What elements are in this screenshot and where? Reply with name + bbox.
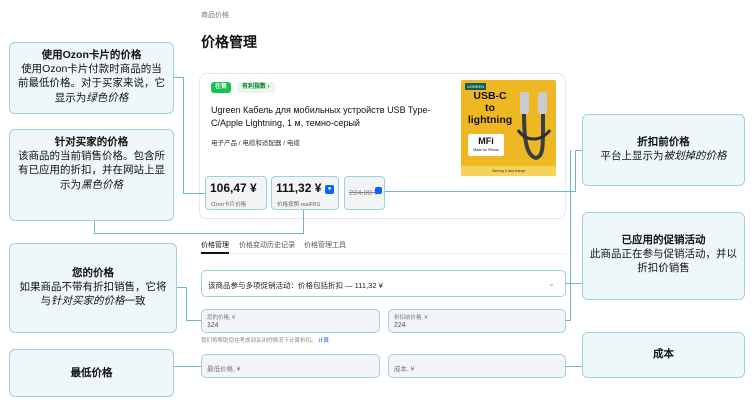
min-price-field[interactable]: 最低价格, ¥: [201, 354, 380, 378]
callout-title: 已应用的促销活动: [621, 234, 706, 246]
connector-line: [575, 150, 576, 191]
connector-line: [303, 210, 304, 234]
product-image-strip: Gaming & fast charge: [461, 166, 556, 176]
your-price-label: 您的价格, ¥: [207, 315, 236, 321]
tab-price-management[interactable]: 价格管理: [201, 240, 229, 250]
product-image[interactable]: UGREEN USB-C to lightning MFi Made for i…: [461, 80, 556, 176]
connector-line: [385, 191, 576, 192]
brand-logo: UGREEN: [465, 83, 487, 90]
info-icon[interactable]: [375, 187, 382, 194]
status-badge: 在售: [211, 82, 232, 93]
before-discount-field[interactable]: 折扣前价格, ¥ 224: [388, 309, 566, 333]
before-discount-label: 折扣前价格, ¥: [394, 315, 428, 321]
cost-field[interactable]: 成本, ¥: [388, 354, 566, 378]
connector-line: [566, 320, 571, 321]
tab-price-history[interactable]: 价格变动历史记录: [239, 240, 295, 250]
promo-select-value: 该商品参与多项促销活动：价格包括折扣 — 111,32 ¥: [208, 281, 383, 290]
mfi-badge: MFi Made for iPhone: [468, 134, 504, 156]
discount-hint: 我们将帮助您在考虑到关闭的情况下计算折扣。 计算: [201, 338, 330, 344]
callout-applied-promo: 已应用的促销活动 此商品正在参与促销活动，并以折扣价销售: [582, 212, 745, 300]
callout-min-price: 最低价格: [9, 349, 174, 397]
callout-title: 最低价格: [70, 367, 113, 379]
calculate-link[interactable]: 计算: [318, 338, 329, 344]
callout-title: 针对买家的价格: [54, 136, 129, 148]
connector-line: [186, 287, 187, 321]
connector-line: [94, 233, 304, 234]
product-image-text: USB-C to lightning: [467, 90, 513, 127]
cost-placeholder: 成本, ¥: [394, 366, 415, 373]
buyer-price-value: 111,32 ¥: [276, 181, 322, 195]
connector-line: [566, 283, 582, 284]
your-price-field[interactable]: 您的价格, ¥ 124: [201, 309, 380, 333]
callout-title: 折扣前价格: [637, 136, 690, 148]
before-discount-value: 224: [394, 322, 406, 329]
product-title[interactable]: Ugreen Кабель для мобильных устройств US…: [211, 104, 451, 130]
connector-line: [566, 366, 582, 367]
callout-buyer-price: 针对买家的价格 该商品的当前销售价格。包含所有已应用的折扣，并在网站上显示为黑色…: [9, 129, 174, 221]
callout-your-price: 您的价格 如果商品不带有折扣销售，它将与针对买家的价格一致: [9, 243, 177, 333]
buyer-price-label: 价格按照 realFBS: [277, 202, 321, 208]
product-category: 电子产品 / 电缆和适配器 / 电缆: [211, 140, 300, 147]
connector-line: [570, 150, 571, 320]
callout-title: 成本: [653, 348, 674, 360]
connector-line: [174, 366, 201, 367]
tabs-divider: [201, 253, 567, 254]
page-title: 价格管理: [201, 34, 257, 50]
active-tab-indicator: [201, 252, 229, 254]
chevron-down-icon: ⌄: [548, 279, 555, 288]
promo-select[interactable]: 该商品参与多项促销活动：价格包括折扣 — 111,32 ¥ ⌄: [201, 270, 566, 297]
ozon-card-price-value: 106,47 ¥: [210, 181, 257, 195]
connector-line: [94, 221, 95, 233]
ozon-card-price-box: 106,47 ¥ Ozon卡片价格: [205, 176, 267, 210]
cable-picture: [516, 92, 552, 161]
connector-line: [575, 150, 582, 151]
your-price-value: 124: [207, 322, 219, 329]
callout-cost: 成本: [582, 332, 745, 378]
callout-ozon-card-price: 使用Ozon卡片的价格 使用Ozon卡片付款时商品的当前最低价格。对于买家来说，…: [9, 42, 174, 114]
connector-line: [186, 320, 201, 321]
benefit-index-badge[interactable]: 有利指数 ›: [237, 82, 275, 93]
info-icon[interactable]: ●: [325, 185, 334, 194]
connector-line: [183, 193, 205, 194]
min-price-placeholder: 最低价格, ¥: [207, 366, 241, 373]
callout-before-discount-price: 折扣前价格 平台上显示为被划掉的价格: [582, 114, 745, 186]
tab-price-tools[interactable]: 价格管理工具: [304, 240, 346, 250]
ozon-card-price-label: Ozon卡片价格: [211, 202, 247, 208]
breadcrumb[interactable]: 商品价格: [201, 10, 229, 20]
callout-title: 您的价格: [72, 267, 114, 279]
connector-line: [183, 77, 184, 194]
callout-title: 使用Ozon卡片的价格: [41, 49, 142, 61]
before-discount-price-value: 224,00 ¥: [349, 188, 379, 197]
